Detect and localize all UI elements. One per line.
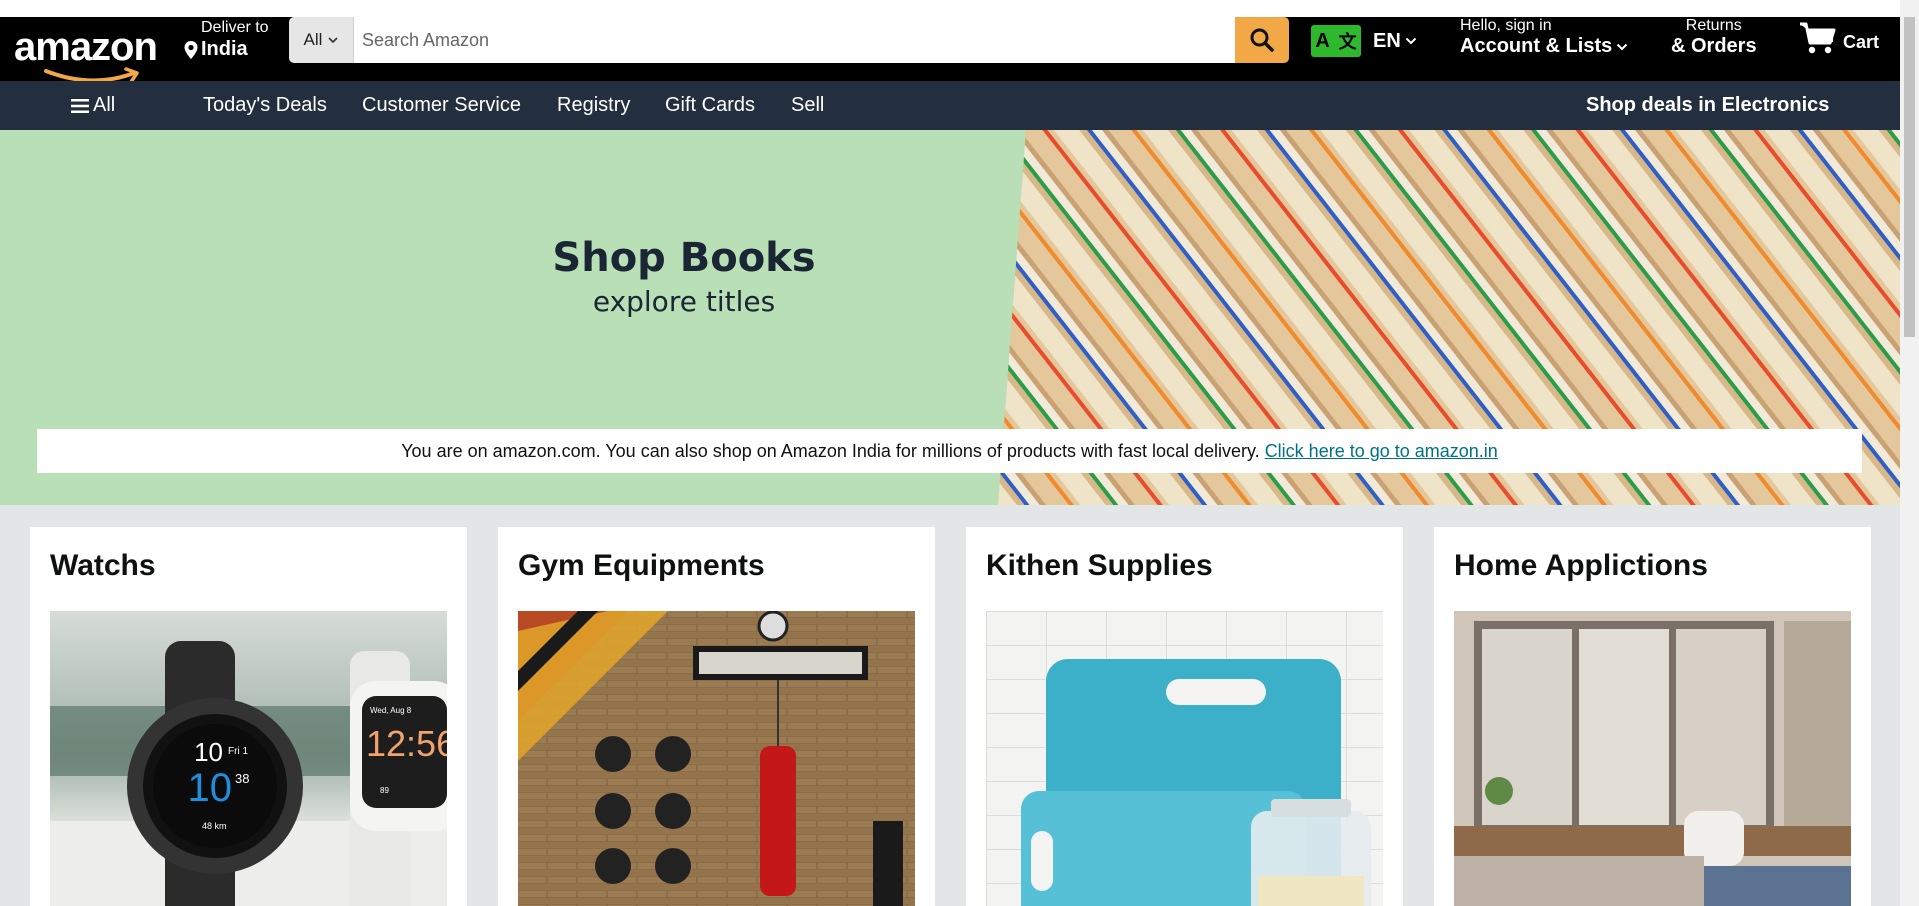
notice-text: You are on amazon.com. You can also shop… xyxy=(401,440,1260,461)
card-image-gym[interactable] xyxy=(518,611,915,906)
watch-dark-day: Fri 1 xyxy=(228,746,248,757)
nav-promo-electronics[interactable]: Shop deals in Electronics xyxy=(1586,94,1829,117)
header: amazon Deliver to India All Search Amazo… xyxy=(0,17,1900,84)
language-icon-right: 文 xyxy=(1338,32,1357,53)
hero-title-block: Shop Books explore titles xyxy=(0,235,1368,318)
chevron-down-icon xyxy=(328,37,339,44)
nav-customer-service[interactable]: Customer Service xyxy=(362,94,521,117)
nav-registry[interactable]: Registry xyxy=(557,94,630,117)
amazon-logo[interactable]: amazon xyxy=(14,25,164,84)
nav-all-menu[interactable]: All xyxy=(71,94,115,117)
search-input[interactable] xyxy=(354,17,1235,63)
nav-todays-deals[interactable]: Today's Deals xyxy=(203,94,327,117)
watch-light-date: Wed, Aug 8 xyxy=(370,706,412,715)
returns-orders[interactable]: Returns & Orders xyxy=(1671,17,1757,58)
watch-dark-main: 10 xyxy=(188,766,233,810)
top-strip xyxy=(0,0,1919,17)
watch-dark-top: 10 xyxy=(194,737,223,767)
orders-label: & Orders xyxy=(1671,35,1757,57)
deliver-location: India xyxy=(201,38,248,60)
search-button[interactable] xyxy=(1235,17,1289,63)
account-greeting: Hello, sign in xyxy=(1460,17,1552,34)
language-icon-left: A xyxy=(1315,29,1330,52)
cart-label: Cart xyxy=(1843,32,1880,52)
language-code: EN xyxy=(1373,29,1401,52)
card-title: Kithen Supplies xyxy=(986,549,1213,582)
chevron-down-icon xyxy=(1405,37,1417,45)
search-category-label: All xyxy=(303,30,323,49)
card-image-watches[interactable]: Wed, Aug 8 12:56 89 10 Fri 1 10 38 48 km xyxy=(50,611,447,906)
watch-dark-sub: 48 km xyxy=(202,821,227,831)
language-icon: A 文 xyxy=(1311,25,1361,57)
cart-button[interactable]: Cart xyxy=(1799,21,1879,55)
watch-dark-sec: 38 xyxy=(235,771,249,786)
cart-icon xyxy=(1800,22,1836,54)
category-card-watches[interactable]: Watchs Wed, Aug 8 12:56 89 10 Fri 1 10 3… xyxy=(30,527,467,906)
deliver-to[interactable]: Deliver to India xyxy=(183,17,269,81)
nav-gift-cards[interactable]: Gift Cards xyxy=(665,94,755,117)
region-notice: You are on amazon.com. You can also shop… xyxy=(37,429,1862,473)
card-title: Home Applictions xyxy=(1454,549,1708,582)
category-card-kitchen[interactable]: Kithen Supplies xyxy=(966,527,1403,906)
account-label: Account & Lists xyxy=(1460,35,1613,57)
hero-title: Shop Books xyxy=(552,235,816,281)
hero-banner[interactable]: Shop Books explore titles You are on ama… xyxy=(0,130,1900,505)
logo-text: amazon xyxy=(14,25,158,69)
nav-bar: All Today's Deals Customer Service Regis… xyxy=(0,81,1900,130)
category-card-home[interactable]: Home Applictions xyxy=(1434,527,1871,906)
account-lists[interactable]: Hello, sign in Account & Lists xyxy=(1460,17,1628,58)
scrollbar-thumb[interactable] xyxy=(1904,17,1915,337)
chevron-down-icon xyxy=(1617,43,1628,50)
returns-label: Returns xyxy=(1685,17,1742,34)
amazon-in-link[interactable]: Click here to go to amazon.in xyxy=(1265,441,1498,462)
search-bar: All xyxy=(289,17,1289,63)
search-category-select[interactable]: All xyxy=(289,17,354,63)
nav-all-label: All xyxy=(93,94,116,116)
category-card-gym[interactable]: Gym Equipments xyxy=(498,527,935,906)
nav-sell[interactable]: Sell xyxy=(791,94,824,117)
hamburger-icon xyxy=(71,98,89,113)
gym-illustration xyxy=(518,611,915,906)
card-image-home[interactable] xyxy=(1454,611,1851,906)
card-title: Gym Equipments xyxy=(518,549,765,582)
kitchen-illustration xyxy=(986,611,1383,906)
card-title: Watchs xyxy=(50,549,156,582)
card-image-kitchen[interactable] xyxy=(986,611,1383,906)
location-pin-icon xyxy=(184,40,198,59)
search-icon xyxy=(1250,28,1274,52)
page-scrollbar[interactable] xyxy=(1900,0,1919,906)
watch-light-sub: 89 xyxy=(380,786,389,795)
hero-subtitle: explore titles xyxy=(592,285,776,318)
language-selector[interactable]: A 文 EN xyxy=(1311,25,1417,57)
watch-light-time: 12:56 xyxy=(366,723,447,764)
watches-illustration: Wed, Aug 8 12:56 89 10 Fri 1 10 38 48 km xyxy=(50,641,447,906)
deliver-label: Deliver to xyxy=(201,19,269,36)
home-illustration xyxy=(1454,611,1851,906)
